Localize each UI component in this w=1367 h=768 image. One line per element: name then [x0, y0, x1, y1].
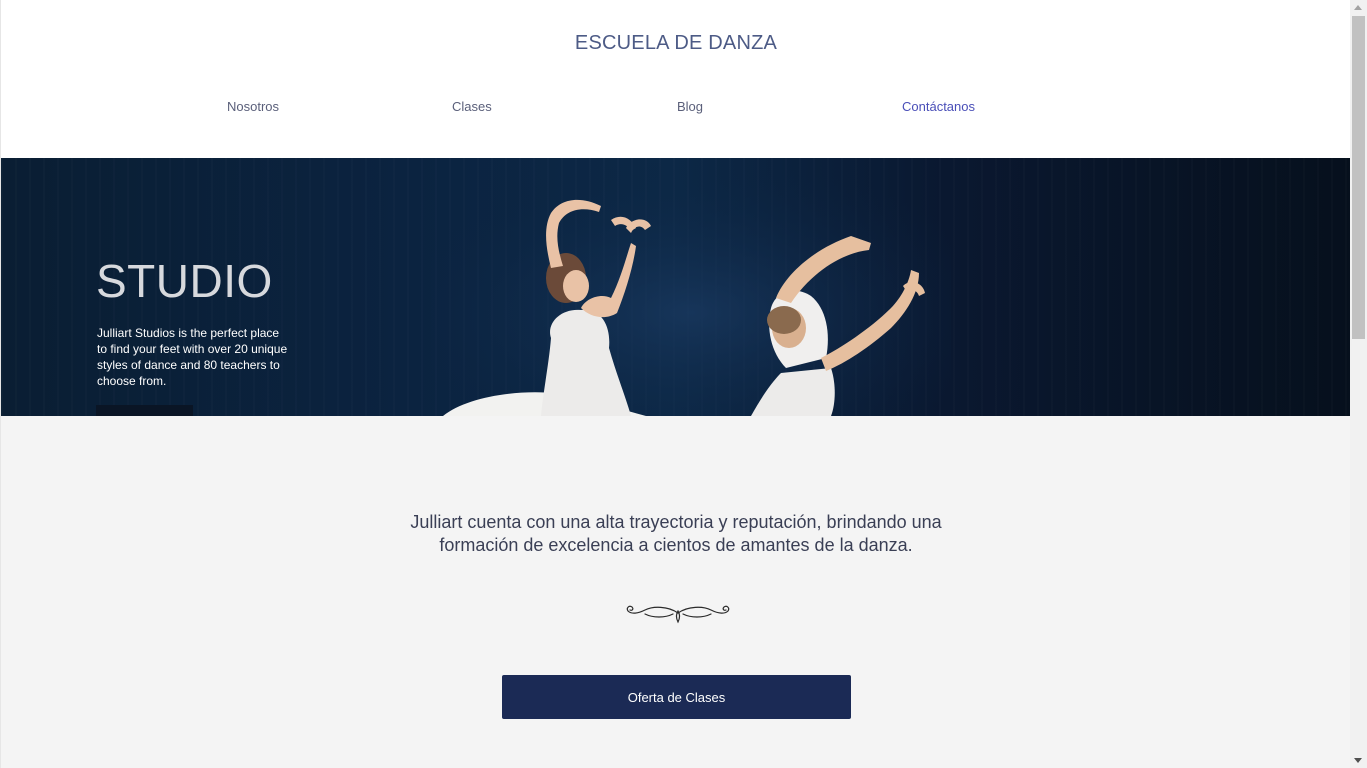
vertical-scrollbar[interactable] [1350, 0, 1367, 768]
nav-item-clases[interactable]: Clases [452, 99, 492, 114]
hero-button[interactable] [96, 405, 193, 416]
hero-banner: STUDIO Julliart Studios is the perfect p… [1, 158, 1351, 416]
page: ESCUELA DE DANZA Nosotros Clases Blog Co… [0, 0, 1351, 768]
offer-classes-button[interactable]: Oferta de Clases [502, 675, 851, 719]
intro-line-2: formación de excelencia a cientos de ama… [439, 535, 913, 555]
scroll-up-icon[interactable] [1354, 5, 1362, 10]
scroll-thumb[interactable] [1352, 16, 1365, 339]
hero-title: STUDIO [96, 255, 273, 307]
intro-line-1: Julliart cuenta con una alta trayectoria… [410, 512, 942, 532]
nav-item-contactanos[interactable]: Contáctanos [902, 99, 975, 114]
nav-item-blog[interactable]: Blog [677, 99, 703, 114]
site-header: ESCUELA DE DANZA Nosotros Clases Blog Co… [1, 0, 1351, 158]
site-title[interactable]: ESCUELA DE DANZA [1, 32, 1351, 55]
flourish-divider-icon [626, 605, 730, 624]
dancers-photo [431, 158, 951, 416]
intro-text: Julliart cuenta con una alta trayectoria… [1, 511, 1351, 557]
hero-description: Julliart Studios is the perfect place to… [97, 326, 288, 388]
scroll-down-icon[interactable] [1354, 758, 1362, 763]
nav-item-nosotros[interactable]: Nosotros [227, 99, 279, 114]
